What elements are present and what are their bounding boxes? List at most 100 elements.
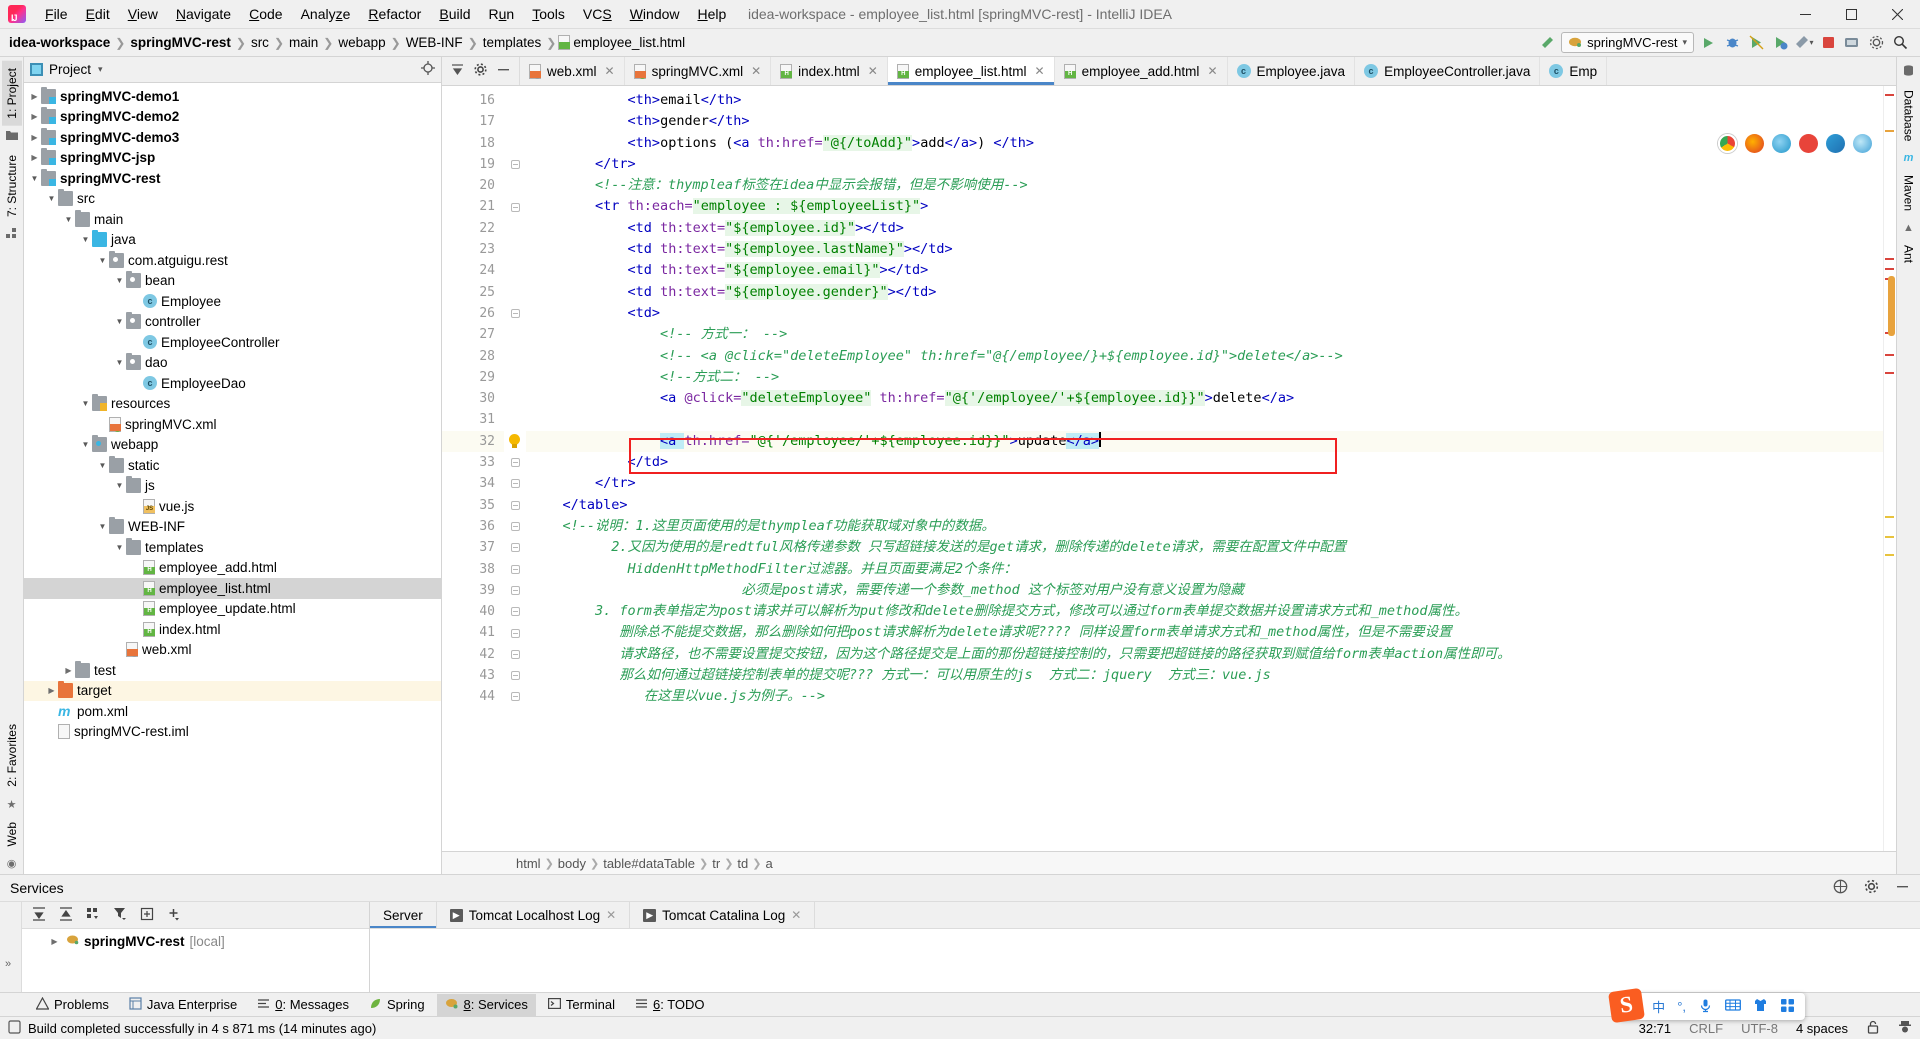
code-editor[interactable]: 16 17 18 19 20 21 22 23 24 25 26 27 28 29 30 31 32 33 34 35…: [442, 86, 1896, 851]
line-number[interactable]: 32: [442, 430, 504, 453]
code-line[interactable]: <td th:text="${employee.gender}"></td>: [526, 282, 1883, 303]
unlock-icon[interactable]: [1866, 1020, 1880, 1037]
code-line[interactable]: 那么如何通过超链接控制表单的提交呢??? 方式一：可以用原生的js 方式二：jq…: [526, 665, 1883, 686]
line-number[interactable]: 29: [442, 367, 504, 388]
close-icon[interactable]: ✕: [751, 64, 761, 78]
editor-breadcrumb-table[interactable]: table#dataTable: [599, 856, 699, 871]
editor-breadcrumb-a[interactable]: a: [761, 856, 776, 871]
editor-tab-employee-list-html[interactable]: Hemployee_list.html ✕: [887, 57, 1055, 85]
chevron-right-icon[interactable]: ▶: [45, 686, 58, 695]
tree-item-employee-list-html[interactable]: Hemployee_list.html: [24, 578, 441, 599]
edge-icon[interactable]: [1826, 134, 1845, 153]
expand-chevron-icon[interactable]: »: [5, 958, 11, 970]
code-fold-marker[interactable]: [504, 516, 526, 537]
intention-bulb-icon[interactable]: [508, 433, 521, 449]
add-frame-icon[interactable]: [140, 907, 154, 924]
services-tree[interactable]: ▶ springMVC-rest [local]: [22, 929, 369, 951]
tree-item-springmvc-rest[interactable]: ▼ springMVC-rest: [24, 168, 441, 189]
close-button[interactable]: [1874, 0, 1920, 28]
tree-item-employeecontroller[interactable]: c EmployeeController: [24, 332, 441, 353]
search-icon[interactable]: [1890, 33, 1910, 53]
editor-tab-employee-java[interactable]: c Employee.java: [1228, 57, 1356, 85]
tree-item-springmvc-demo3[interactable]: ▶ springMVC-demo3: [24, 127, 441, 148]
error-stripe-mark[interactable]: [1885, 258, 1894, 260]
line-number[interactable]: 43: [442, 665, 504, 686]
editor-tab-springmvc-xml[interactable]: springMVC.xml ✕: [625, 57, 772, 85]
line-number[interactable]: 27: [442, 324, 504, 345]
chevron-right-icon[interactable]: ▶: [62, 666, 75, 675]
code-fold-marker[interactable]: [504, 601, 526, 622]
menu-window[interactable]: Window: [621, 2, 689, 26]
profile-button[interactable]: [1770, 33, 1790, 53]
chevron-down-icon[interactable]: ▼: [62, 215, 75, 224]
chevron-down-icon[interactable]: ▼: [45, 194, 58, 203]
gear-icon[interactable]: [1864, 879, 1879, 897]
build-button[interactable]: ▾: [1794, 33, 1814, 53]
coverage-button[interactable]: [1746, 33, 1766, 53]
code-line[interactable]: <th>email</th>: [526, 90, 1883, 111]
file-encoding[interactable]: UTF-8: [1741, 1021, 1778, 1036]
bottom-tab-messages[interactable]: 0: Messages: [249, 994, 357, 1016]
run-button[interactable]: [1698, 33, 1718, 53]
editor-tab-emp[interactable]: c Emp: [1540, 57, 1608, 85]
tree-item-employee-update-html[interactable]: Hemployee_update.html: [24, 599, 441, 620]
code-fold-marker[interactable]: [504, 559, 526, 580]
services-tab-tomcat-catalina-log[interactable]: ▶ Tomcat Catalina Log ✕: [630, 902, 816, 928]
code-fold-marker[interactable]: [504, 686, 526, 707]
add-icon[interactable]: [167, 907, 181, 924]
rail-tab-web[interactable]: Web: [2, 815, 22, 853]
code-line[interactable]: <td th:text="${employee.id}"></td>: [526, 218, 1883, 239]
line-number[interactable]: 44: [442, 686, 504, 707]
tree-item-static[interactable]: ▼ static: [24, 455, 441, 476]
code-fold-marker[interactable]: [504, 665, 526, 686]
menu-navigate[interactable]: Navigate: [167, 2, 240, 26]
code-fold-marker[interactable]: [504, 154, 526, 175]
ime-punctuation-toggle[interactable]: °,: [1677, 999, 1686, 1014]
chevron-down-icon[interactable]: ▼: [96, 461, 109, 470]
keyboard-icon[interactable]: [1725, 998, 1741, 1015]
editor-tab-index-html[interactable]: Hindex.html ✕: [771, 57, 888, 85]
code-line[interactable]: <!-- <a @click="deleteEmployee" th:href=…: [526, 346, 1883, 367]
editor-tab-employeecontroller-java[interactable]: c EmployeeController.java: [1355, 57, 1541, 85]
tree-item-dao[interactable]: ▼ dao: [24, 353, 441, 374]
breadcrumb-main[interactable]: main: [286, 35, 321, 50]
safari-icon[interactable]: [1853, 134, 1872, 153]
error-stripe-markers[interactable]: [1883, 86, 1896, 851]
code-line[interactable]: <!-- 方式一： -->: [526, 324, 1883, 345]
tree-item-main[interactable]: ▼ main: [24, 209, 441, 230]
line-number[interactable]: 28: [442, 346, 504, 367]
chevron-down-icon[interactable]: ▼: [113, 481, 126, 490]
close-icon[interactable]: ✕: [605, 64, 615, 78]
tree-item-employee[interactable]: c Employee: [24, 291, 441, 312]
services-tree-item[interactable]: ▶ springMVC-rest [local]: [22, 932, 369, 951]
tree-item-pom-xml[interactable]: m pom.xml: [24, 701, 441, 722]
chevron-right-icon[interactable]: ▶: [28, 133, 41, 142]
menu-analyze[interactable]: Analyze: [292, 2, 360, 26]
ime-lang-toggle[interactable]: 中: [1652, 997, 1665, 1016]
line-number[interactable]: 36: [442, 516, 504, 537]
code-fold-marker[interactable]: [504, 622, 526, 643]
menu-refactor[interactable]: Refactor: [359, 2, 430, 26]
run-configuration-selector[interactable]: springMVC-rest ▾: [1561, 32, 1694, 53]
chevron-down-icon[interactable]: ▼: [28, 174, 41, 183]
error-stripe-mark[interactable]: [1885, 372, 1894, 374]
line-number[interactable]: 31: [442, 409, 504, 430]
tree-item-target[interactable]: ▶ target: [24, 680, 441, 701]
maximize-button[interactable]: [1828, 0, 1874, 28]
update-button[interactable]: [1842, 33, 1862, 53]
tree-item-bean[interactable]: ▼ bean: [24, 271, 441, 292]
bottom-tab-terminal[interactable]: Terminal: [540, 994, 623, 1016]
rail-tab-favorites[interactable]: 2: Favorites: [2, 717, 22, 794]
line-number[interactable]: 42: [442, 644, 504, 665]
line-number[interactable]: 25: [442, 282, 504, 303]
chevron-down-icon[interactable]: ▼: [79, 399, 92, 408]
chevron-right-icon[interactable]: ▶: [28, 153, 41, 162]
rail-tab-project[interactable]: 1: Project: [1, 61, 22, 126]
line-number[interactable]: 26: [442, 303, 504, 324]
chevron-down-icon[interactable]: ▼: [96, 256, 109, 265]
bottom-tab-services[interactable]: 8: Services: [436, 993, 536, 1016]
line-number[interactable]: 22: [442, 218, 504, 239]
tree-item-employeedao[interactable]: c EmployeeDao: [24, 373, 441, 394]
tree-item-test[interactable]: ▶ test: [24, 660, 441, 681]
editor-tab-web-xml[interactable]: web.xml ✕: [520, 57, 625, 85]
